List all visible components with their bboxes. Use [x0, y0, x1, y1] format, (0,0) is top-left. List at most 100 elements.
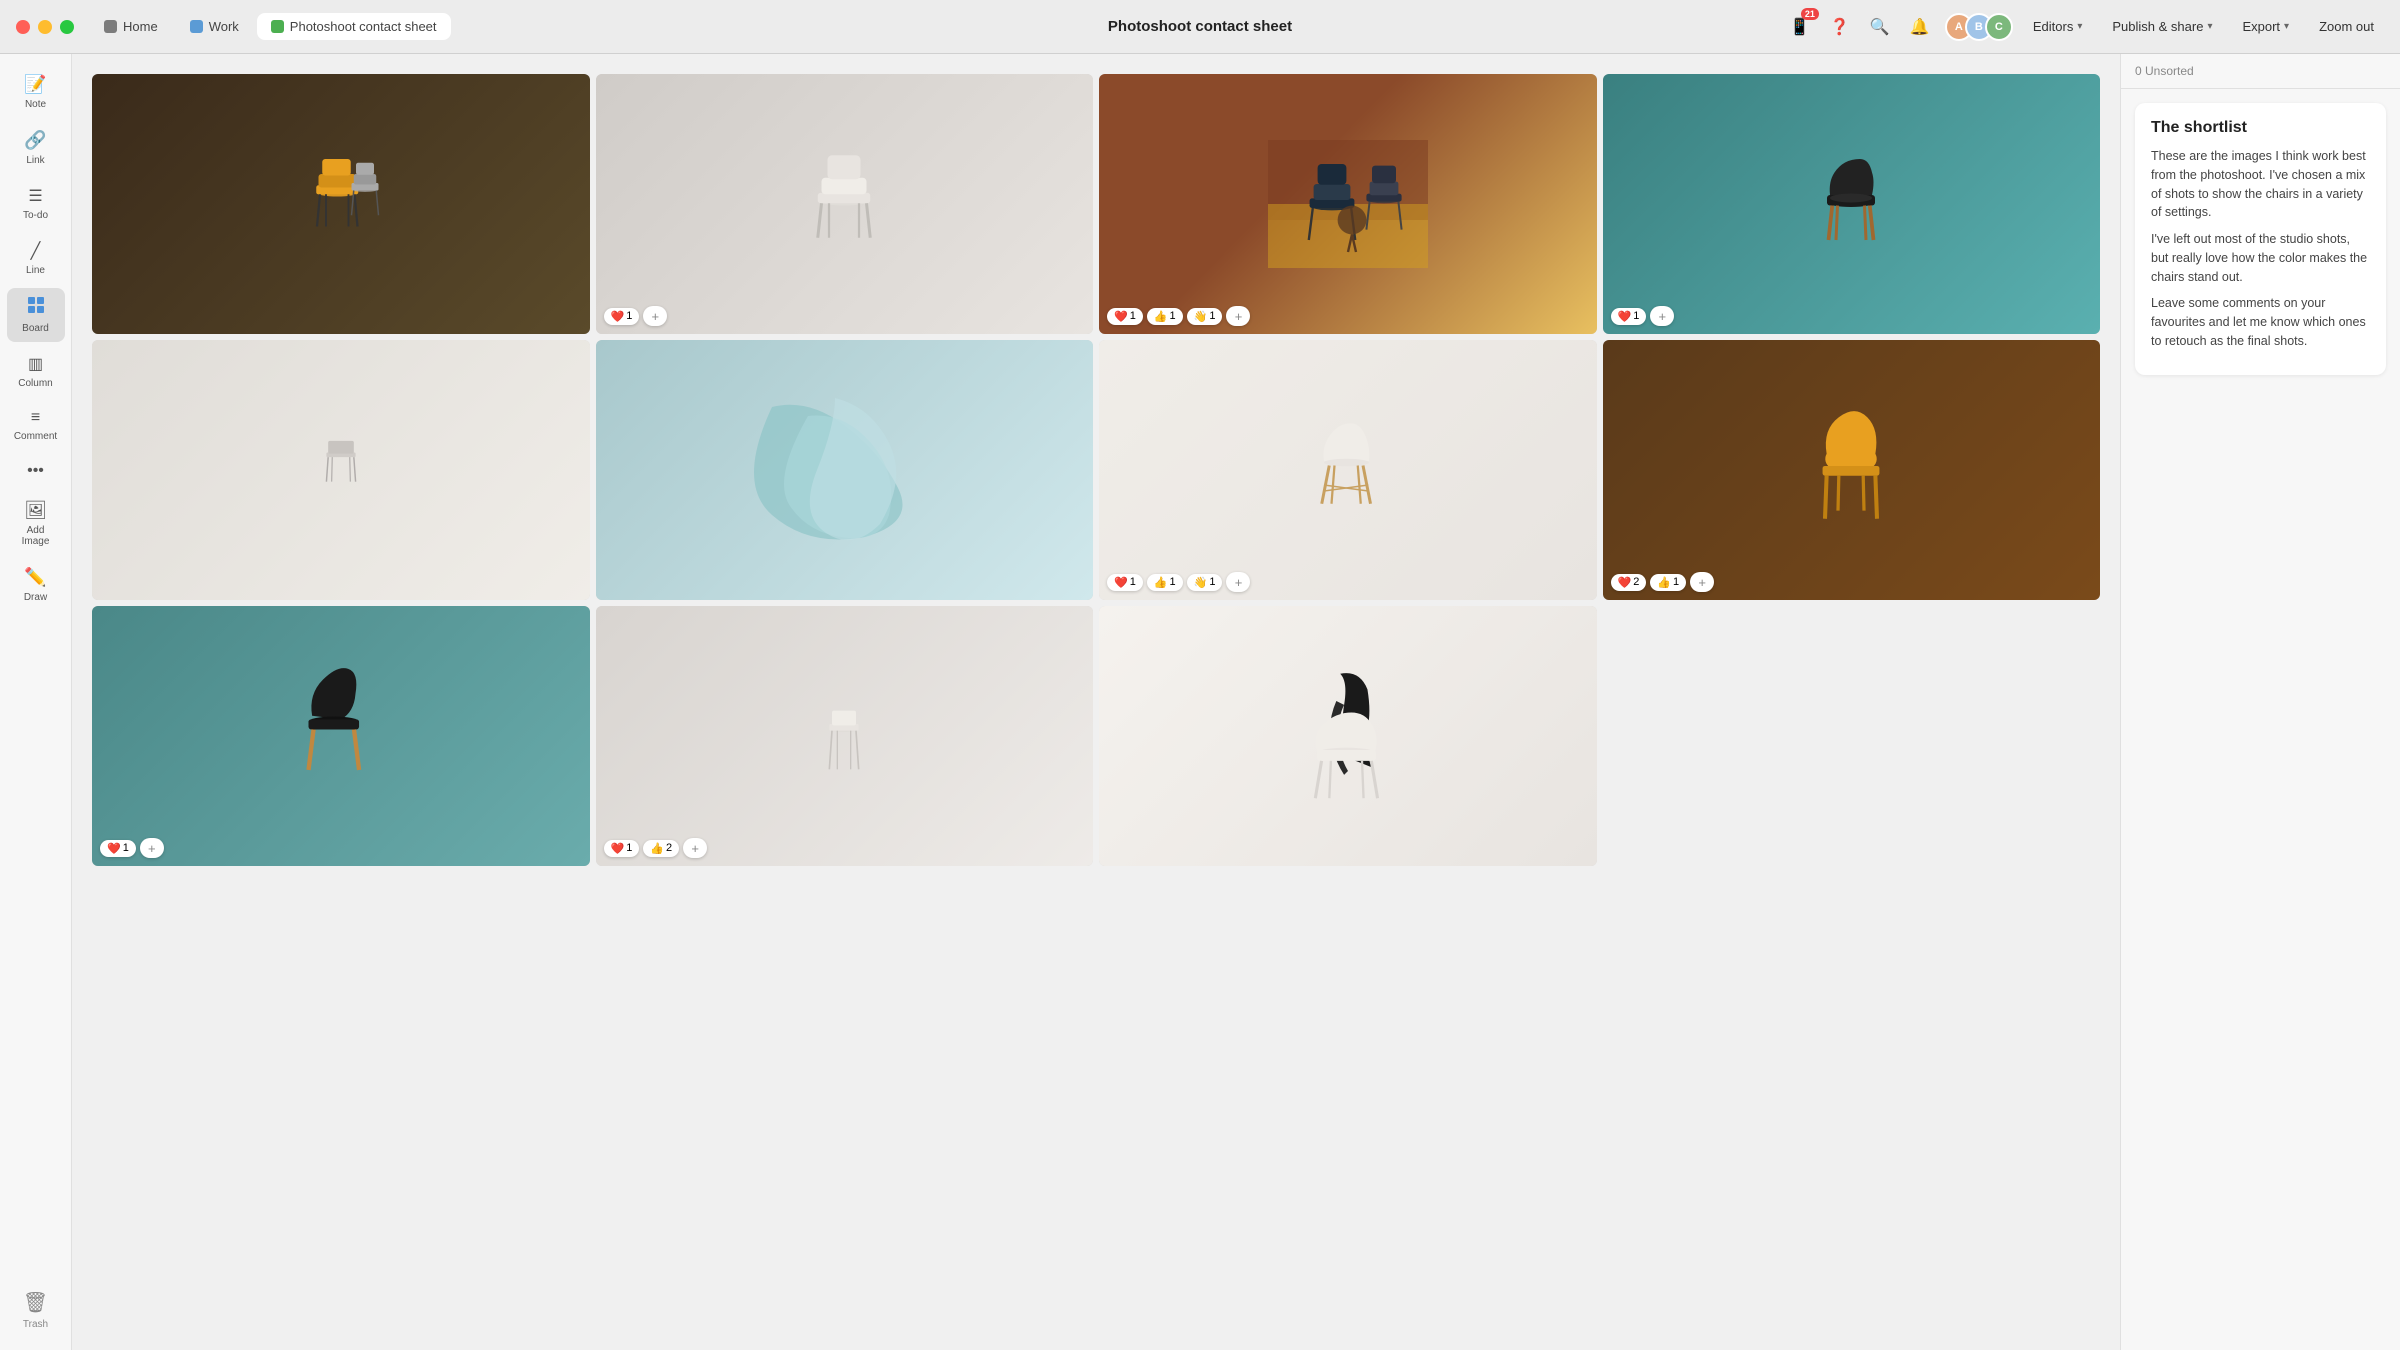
- image-placeholder: [1603, 74, 2101, 334]
- sidebar-item-note[interactable]: 📝 Note: [7, 66, 65, 118]
- work-tab-icon: [190, 20, 203, 33]
- image-placeholder: [1099, 340, 1597, 600]
- reaction-heart[interactable]: ❤️ 1: [1611, 308, 1647, 325]
- sidebar-item-todo[interactable]: ☰ To-do: [7, 178, 65, 229]
- sidebar-column-label: Column: [18, 378, 52, 389]
- image-placeholder: [92, 340, 590, 600]
- export-label: Export: [2242, 19, 2280, 34]
- image-r1c2[interactable]: ❤️ 1 +: [596, 74, 1094, 334]
- image-r2c3[interactable]: ❤️ 1 👍 1 👋 1 +: [1099, 340, 1597, 600]
- reaction-add[interactable]: +: [1226, 306, 1250, 326]
- unsorted-label: 0 Unsorted: [2135, 64, 2194, 78]
- more-icon: •••: [27, 462, 44, 480]
- avatar-3: C: [1985, 13, 2013, 41]
- image-r2c4[interactable]: ❤️ 2 👍 1 +: [1603, 340, 2101, 600]
- sidebar-note-label: Note: [25, 99, 46, 110]
- image-placeholder: [1099, 74, 1597, 334]
- note-icon: 📝: [24, 74, 46, 95]
- image-r1c4[interactable]: ❤️ 1 +: [1603, 74, 2101, 334]
- traffic-lights: [16, 20, 74, 34]
- reaction-add[interactable]: +: [1226, 572, 1250, 592]
- search-button[interactable]: 🔍: [1865, 12, 1895, 42]
- zoom-button[interactable]: Zoom out: [2309, 14, 2384, 39]
- notification-button[interactable]: 📱 21: [1785, 12, 1815, 42]
- image-grid: ❤️ 1 +: [92, 74, 2100, 866]
- reaction-add[interactable]: +: [140, 838, 164, 858]
- shortlist-para-1: These are the images I think work best f…: [2151, 147, 2370, 222]
- link-icon: 🔗: [24, 130, 46, 151]
- reaction-heart[interactable]: ❤️ 1: [1107, 308, 1143, 325]
- reaction-wave[interactable]: 👋 1: [1187, 574, 1223, 591]
- tab-work[interactable]: Work: [176, 13, 253, 40]
- reaction-add[interactable]: +: [1650, 306, 1674, 326]
- publish-share-button[interactable]: Publish & share ▾: [2102, 14, 2222, 39]
- reaction-heart[interactable]: ❤️ 1: [604, 840, 640, 857]
- image-r3c3[interactable]: [1099, 606, 1597, 866]
- sidebar-item-draw[interactable]: ✏️ Draw: [7, 559, 65, 611]
- reaction-bar-r3c2: ❤️ 1 👍 2 +: [604, 838, 708, 858]
- reaction-heart[interactable]: ❤️ 1: [100, 840, 136, 857]
- shortlist-para-3: Leave some comments on your favourites a…: [2151, 294, 2370, 350]
- sidebar-item-link[interactable]: 🔗 Link: [7, 122, 65, 174]
- image-r1c1[interactable]: [92, 74, 590, 334]
- tab-photoshoot[interactable]: Photoshoot contact sheet: [257, 13, 451, 40]
- column-icon: ▥: [28, 354, 43, 374]
- image-r3c2[interactable]: ❤️ 1 👍 2 +: [596, 606, 1094, 866]
- sidebar-line-label: Line: [26, 265, 45, 276]
- sidebar-todo-label: To-do: [23, 210, 48, 221]
- sidebar-addimage-label: Add Image: [13, 525, 59, 547]
- sidebar-item-line[interactable]: ╱ Line: [7, 233, 65, 284]
- tab-home[interactable]: Home: [90, 13, 172, 40]
- editors-button[interactable]: Editors ▾: [2023, 14, 2093, 39]
- sidebar-link-label: Link: [26, 155, 44, 166]
- reaction-add[interactable]: +: [1690, 572, 1714, 592]
- reaction-add[interactable]: +: [643, 306, 667, 326]
- image-placeholder: [596, 74, 1094, 334]
- publish-chevron-icon: ▾: [2207, 21, 2212, 32]
- sidebar-item-comment[interactable]: ≡ Comment: [7, 401, 65, 450]
- sidebar-draw-label: Draw: [24, 592, 47, 603]
- zoom-label: Zoom out: [2319, 19, 2374, 34]
- reaction-heart[interactable]: ❤️ 1: [1107, 574, 1143, 591]
- export-button[interactable]: Export ▾: [2232, 14, 2299, 39]
- reaction-wave[interactable]: 👋 1: [1187, 308, 1223, 325]
- image-r2c1[interactable]: [92, 340, 590, 600]
- reaction-thumbs[interactable]: 👍 2: [643, 840, 679, 857]
- reaction-bar-r2c3: ❤️ 1 👍 1 👋 1 +: [1107, 572, 1250, 592]
- reaction-add[interactable]: +: [683, 838, 707, 858]
- sidebar-item-board[interactable]: Board: [7, 288, 65, 342]
- reaction-heart[interactable]: ❤️ 1: [604, 308, 640, 325]
- reaction-heart[interactable]: ❤️ 2: [1611, 574, 1647, 591]
- tab-work-label: Work: [209, 19, 239, 34]
- reaction-thumbs[interactable]: 👍 1: [1650, 574, 1686, 591]
- titlebar-right: 📱 21 ❓ 🔍 🔔 A B C Editors ▾ Publish & sha…: [1785, 12, 2384, 42]
- sidebar-item-more[interactable]: •••: [7, 454, 65, 488]
- shortlist-para-2: I've left out most of the studio shots, …: [2151, 230, 2370, 286]
- close-button[interactable]: [16, 20, 30, 34]
- maximize-button[interactable]: [60, 20, 74, 34]
- bell-button[interactable]: 🔔: [1905, 12, 1935, 42]
- sidebar-item-trash[interactable]: 🗑 Trash: [23, 1290, 48, 1330]
- reaction-bar-r1c3: ❤️ 1 👍 1 👋 1 +: [1107, 306, 1250, 326]
- tab-photoshoot-label: Photoshoot contact sheet: [290, 19, 437, 34]
- reaction-thumbs[interactable]: 👍 1: [1147, 574, 1183, 591]
- minimize-button[interactable]: [38, 20, 52, 34]
- avatars-group: A B C: [1945, 13, 2013, 41]
- browser-tabs: Home Work Photoshoot contact sheet: [90, 13, 451, 40]
- board-area: ❤️ 1 +: [72, 54, 2120, 1350]
- image-placeholder: [1099, 606, 1597, 866]
- sidebar-item-addimage[interactable]: 🖼 Add Image: [7, 492, 65, 555]
- publish-label: Publish & share: [2112, 19, 2203, 34]
- image-r3c1[interactable]: ❤️ 1 +: [92, 606, 590, 866]
- comment-icon: ≡: [31, 409, 40, 427]
- trash-icon: 🗑: [23, 1290, 48, 1315]
- image-placeholder: [1603, 340, 2101, 600]
- image-r1c3[interactable]: ❤️ 1 👍 1 👋 1 +: [1099, 74, 1597, 334]
- image-r2c2[interactable]: [596, 340, 1094, 600]
- reaction-thumbs[interactable]: 👍 1: [1147, 308, 1183, 325]
- sidebar-item-column[interactable]: ▥ Column: [7, 346, 65, 397]
- line-icon: ╱: [31, 241, 41, 261]
- editors-label: Editors: [2033, 19, 2073, 34]
- home-tab-icon: [104, 20, 117, 33]
- help-button[interactable]: ❓: [1825, 12, 1855, 42]
